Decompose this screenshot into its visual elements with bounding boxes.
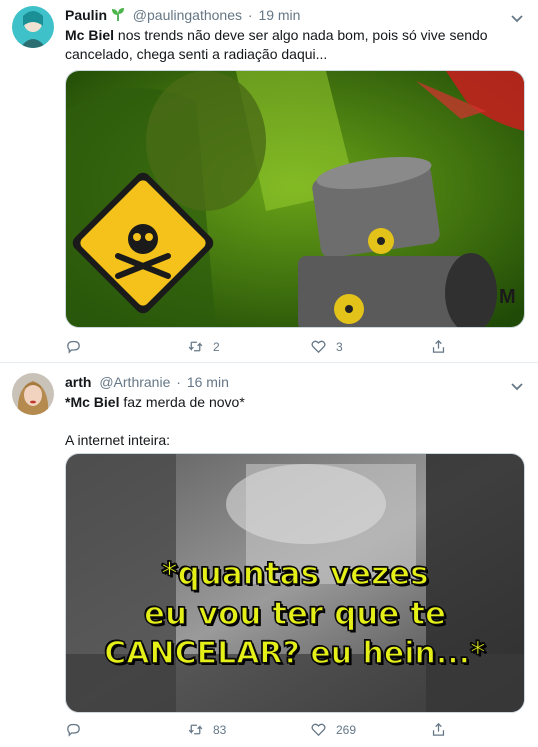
mention-mc-biel: Mc Biel [65, 27, 115, 43]
tweet-media-meme[interactable]: *quantas vezes eu vou ter que te CANCELA… [65, 453, 525, 713]
like-count: 269 [336, 722, 357, 737]
tweet-text-body: faz merda de novo* [119, 394, 245, 410]
like-button[interactable]: 3 [310, 338, 343, 355]
author-handle[interactable]: @Arthranie [99, 374, 170, 390]
sprout-icon [111, 7, 129, 23]
retweet-button[interactable]: 2 [187, 338, 220, 355]
avatar-arth[interactable] [12, 373, 54, 415]
tweet-text: Mc Biel nos trends não deve ser algo nad… [65, 26, 524, 64]
separator-dot: · [176, 374, 181, 390]
meme-line-3: CANCELAR? eu hein...* [103, 635, 486, 672]
retweet-button[interactable]: 83 [187, 721, 226, 738]
meme-line-2: eu vou ter que te [143, 595, 447, 633]
like-icon [311, 723, 326, 737]
tweet-actions: 2 3 [65, 338, 485, 358]
share-button[interactable] [430, 338, 447, 355]
retweet-count: 2 [213, 339, 220, 354]
tweet-time[interactable]: 16 min [187, 374, 229, 390]
tweet-text-body: nos trends não deve ser algo nada bom, p… [65, 27, 488, 62]
separator-dot: · [247, 7, 253, 23]
reply-button[interactable] [65, 338, 82, 355]
tweet-arth[interactable]: arth @Arthranie · 16 min *Mc Biel faz me… [0, 363, 538, 747]
meme-caption: *quantas vezes eu vou ter que te CANCELA… [66, 554, 524, 674]
meme-image-toxic: M [66, 71, 524, 327]
tweet-text: *Mc Biel faz merda de novo* [65, 393, 524, 412]
tweet-header: arth @Arthranie · 16 min [65, 373, 524, 391]
retweet-count: 83 [213, 722, 227, 737]
like-icon [311, 340, 326, 354]
tweet-paulin[interactable]: Paulin @paulingathones · 19 min Mc Biel … [0, 0, 538, 363]
retweet-icon [188, 341, 203, 352]
mention-mc-biel: Mc Biel [70, 394, 120, 410]
tweet-actions: 83 269 [65, 721, 485, 741]
meme-line-1: *quantas vezes [161, 555, 430, 593]
reply-icon [67, 723, 80, 737]
tweet-text-line2: A internet inteira: [65, 432, 171, 448]
reply-icon [67, 340, 80, 354]
reply-button[interactable] [65, 721, 82, 738]
chevron-down-icon[interactable] [510, 379, 524, 391]
like-count: 3 [336, 339, 343, 354]
author-name[interactable]: arth [65, 374, 91, 390]
retweet-icon [188, 724, 203, 735]
share-icon [432, 722, 445, 736]
svg-text:M: M [499, 286, 516, 308]
tweet-time[interactable]: 19 min [258, 7, 300, 23]
like-button[interactable]: 269 [310, 721, 356, 738]
author-handle[interactable]: @paulingathones [133, 7, 242, 23]
share-button[interactable] [430, 721, 447, 738]
avatar-paulin[interactable] [12, 6, 54, 48]
author-name[interactable]: Paulin [65, 7, 107, 23]
share-icon [432, 339, 445, 353]
tweet-media-radiation[interactable]: M [65, 70, 525, 328]
chevron-down-icon[interactable] [510, 11, 524, 23]
tweet-header: Paulin @paulingathones · 19 min [65, 6, 524, 24]
